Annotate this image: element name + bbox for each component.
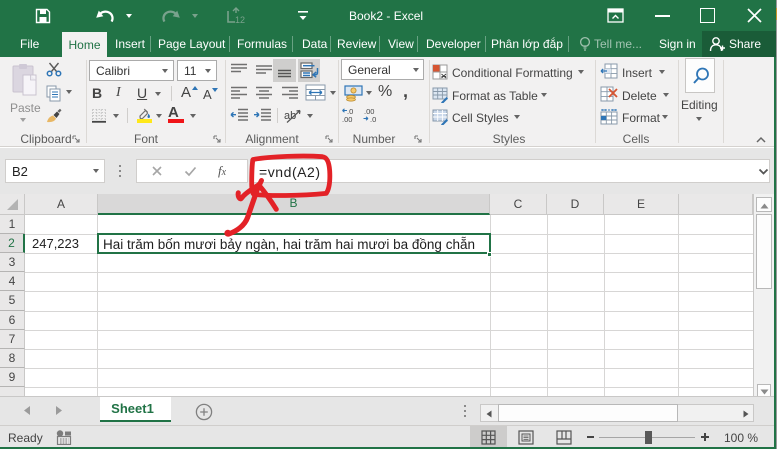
svg-text:.00: .00 — [342, 115, 352, 123]
svg-text:12: 12 — [235, 15, 245, 25]
svg-text:.0: .0 — [370, 115, 376, 123]
